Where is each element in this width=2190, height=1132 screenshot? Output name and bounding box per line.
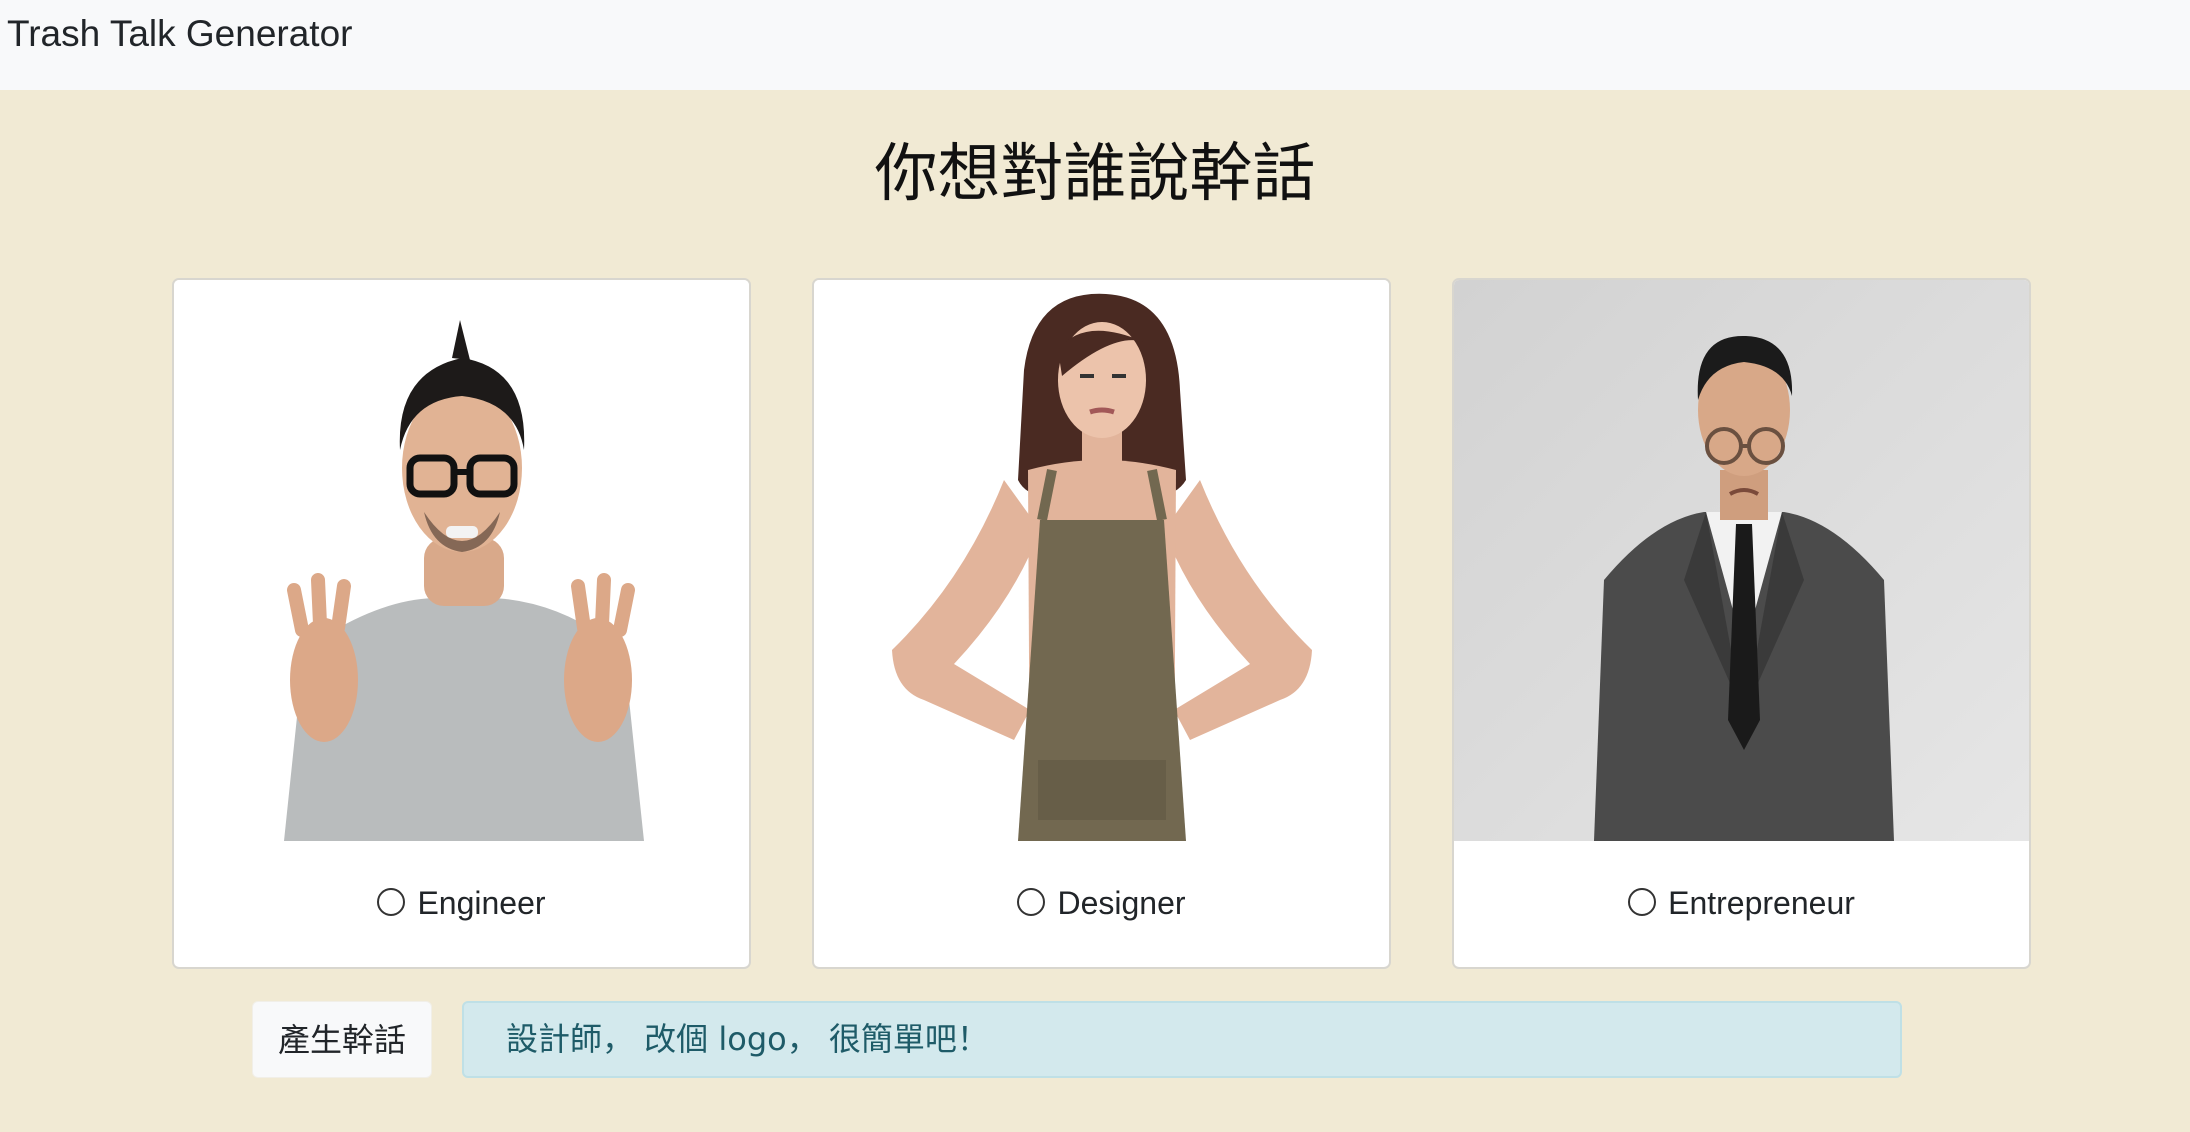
option-designer-label: Designer (1057, 885, 1186, 921)
target-card-designer[interactable]: Designer (812, 278, 1391, 969)
option-designer[interactable]: Designer (814, 878, 1389, 928)
navbar-brand[interactable]: Trash Talk Generator (7, 12, 352, 56)
radio-engineer[interactable] (377, 887, 406, 916)
radio-designer[interactable] (1017, 887, 1046, 916)
entrepreneur-photo (1454, 280, 2029, 841)
engineer-photo (174, 280, 749, 841)
designer-photo (814, 280, 1389, 841)
option-engineer-label: Engineer (417, 885, 546, 921)
option-engineer[interactable]: Engineer (174, 878, 749, 928)
target-card-entrepreneur[interactable]: Entrepreneur (1452, 278, 2031, 969)
navbar: Trash Talk Generator (0, 0, 2190, 90)
generate-button[interactable]: 產生幹話 (252, 1001, 432, 1078)
target-card-engineer[interactable]: Engineer (172, 278, 751, 969)
option-entrepreneur-label: Entrepreneur (1668, 885, 1855, 921)
radio-entrepreneur[interactable] (1628, 887, 1657, 916)
option-entrepreneur[interactable]: Entrepreneur (1454, 878, 2029, 928)
result-alert: 設計師， 改個 logo， 很簡單吧！ (462, 1001, 1902, 1078)
page-title: 你想對誰說幹話 (874, 137, 1316, 210)
